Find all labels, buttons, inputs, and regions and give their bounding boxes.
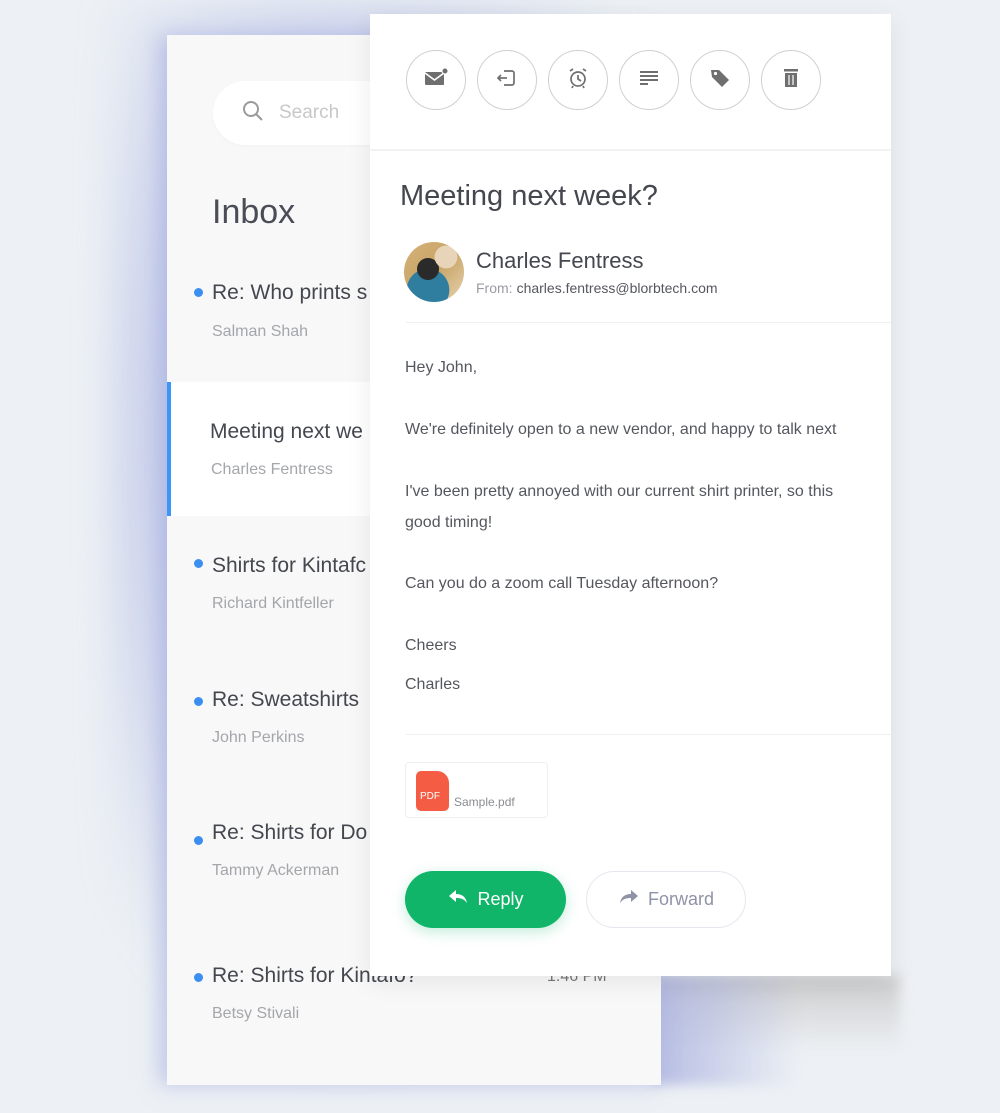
message-sender: Richard Kintfeller <box>212 595 334 612</box>
attachment-name: Sample.pdf <box>454 795 515 809</box>
email-body-line: Cheers <box>405 637 457 654</box>
pdf-file-icon: PDF <box>416 771 449 811</box>
mark-unread-button[interactable] <box>406 50 466 110</box>
message-sender: John Perkins <box>212 729 305 746</box>
email-body-line: I've been pretty annoyed with our curren… <box>405 483 834 500</box>
message-sender: Betsy Stivali <box>212 1005 300 1022</box>
from-line: From: charles.fentress@blorbtech.com <box>476 280 718 296</box>
unread-dot <box>194 697 203 706</box>
email-body-line: Charles <box>405 676 461 693</box>
tag-button[interactable] <box>690 50 750 110</box>
unread-dot <box>194 973 203 982</box>
email-toolbar <box>370 14 891 151</box>
selected-indicator <box>167 382 171 516</box>
move-out-icon <box>494 65 520 96</box>
forward-label: Forward <box>647 889 714 909</box>
email-subject: Meeting next week? <box>400 180 658 212</box>
message-subject: Re: Sweatshirts <box>212 688 360 711</box>
email-detail-panel: Meeting next week? Charles Fentress From… <box>370 14 891 976</box>
sender-avatar <box>404 242 464 302</box>
sender-email[interactable]: charles.fentress@blorbtech.com <box>517 280 718 296</box>
unread-dot <box>194 559 203 568</box>
tag-icon <box>707 65 733 96</box>
message-subject: Re: Who prints s <box>212 281 368 304</box>
body-divider <box>406 734 891 735</box>
move-button[interactable] <box>477 50 537 110</box>
forward-button[interactable]: Forward <box>586 871 746 928</box>
message-sender: Tammy Ackerman <box>212 862 340 879</box>
header-divider <box>406 322 891 323</box>
snooze-button[interactable] <box>548 50 608 110</box>
alarm-clock-icon <box>565 65 591 96</box>
backdrop-shadow <box>650 975 900 1085</box>
delete-button[interactable] <box>761 50 821 110</box>
pdf-badge: PDF <box>420 791 440 802</box>
message-sender: Salman Shah <box>212 323 309 340</box>
attachment-card[interactable]: PDF Sample.pdf <box>405 762 548 818</box>
notes-button[interactable] <box>619 50 679 110</box>
message-subject: Shirts for Kintafc <box>212 554 367 577</box>
search-icon <box>241 99 265 128</box>
unread-dot <box>194 288 203 297</box>
email-body-line: We're definitely open to a new vendor, a… <box>405 421 837 438</box>
mail-unread-icon <box>423 65 449 96</box>
email-body-line: good timing! <box>405 514 493 531</box>
message-subject: Re: Shirts for Do <box>212 821 368 844</box>
forward-icon <box>618 888 640 911</box>
reply-icon <box>447 888 469 911</box>
message-sender: Charles Fentress <box>211 461 333 478</box>
reply-label: Reply <box>477 889 524 909</box>
trash-icon <box>778 65 804 96</box>
from-label: From: <box>476 280 513 296</box>
sender-name: Charles Fentress <box>476 248 644 273</box>
reply-button[interactable]: Reply <box>405 871 566 928</box>
text-lines-icon <box>636 65 662 96</box>
inbox-title: Inbox <box>212 193 296 231</box>
message-subject: Meeting next we <box>210 420 363 443</box>
unread-dot <box>194 836 203 845</box>
email-body-line: Can you do a zoom call Tuesday afternoon… <box>405 575 719 592</box>
email-body-line: Hey John, <box>405 359 478 376</box>
